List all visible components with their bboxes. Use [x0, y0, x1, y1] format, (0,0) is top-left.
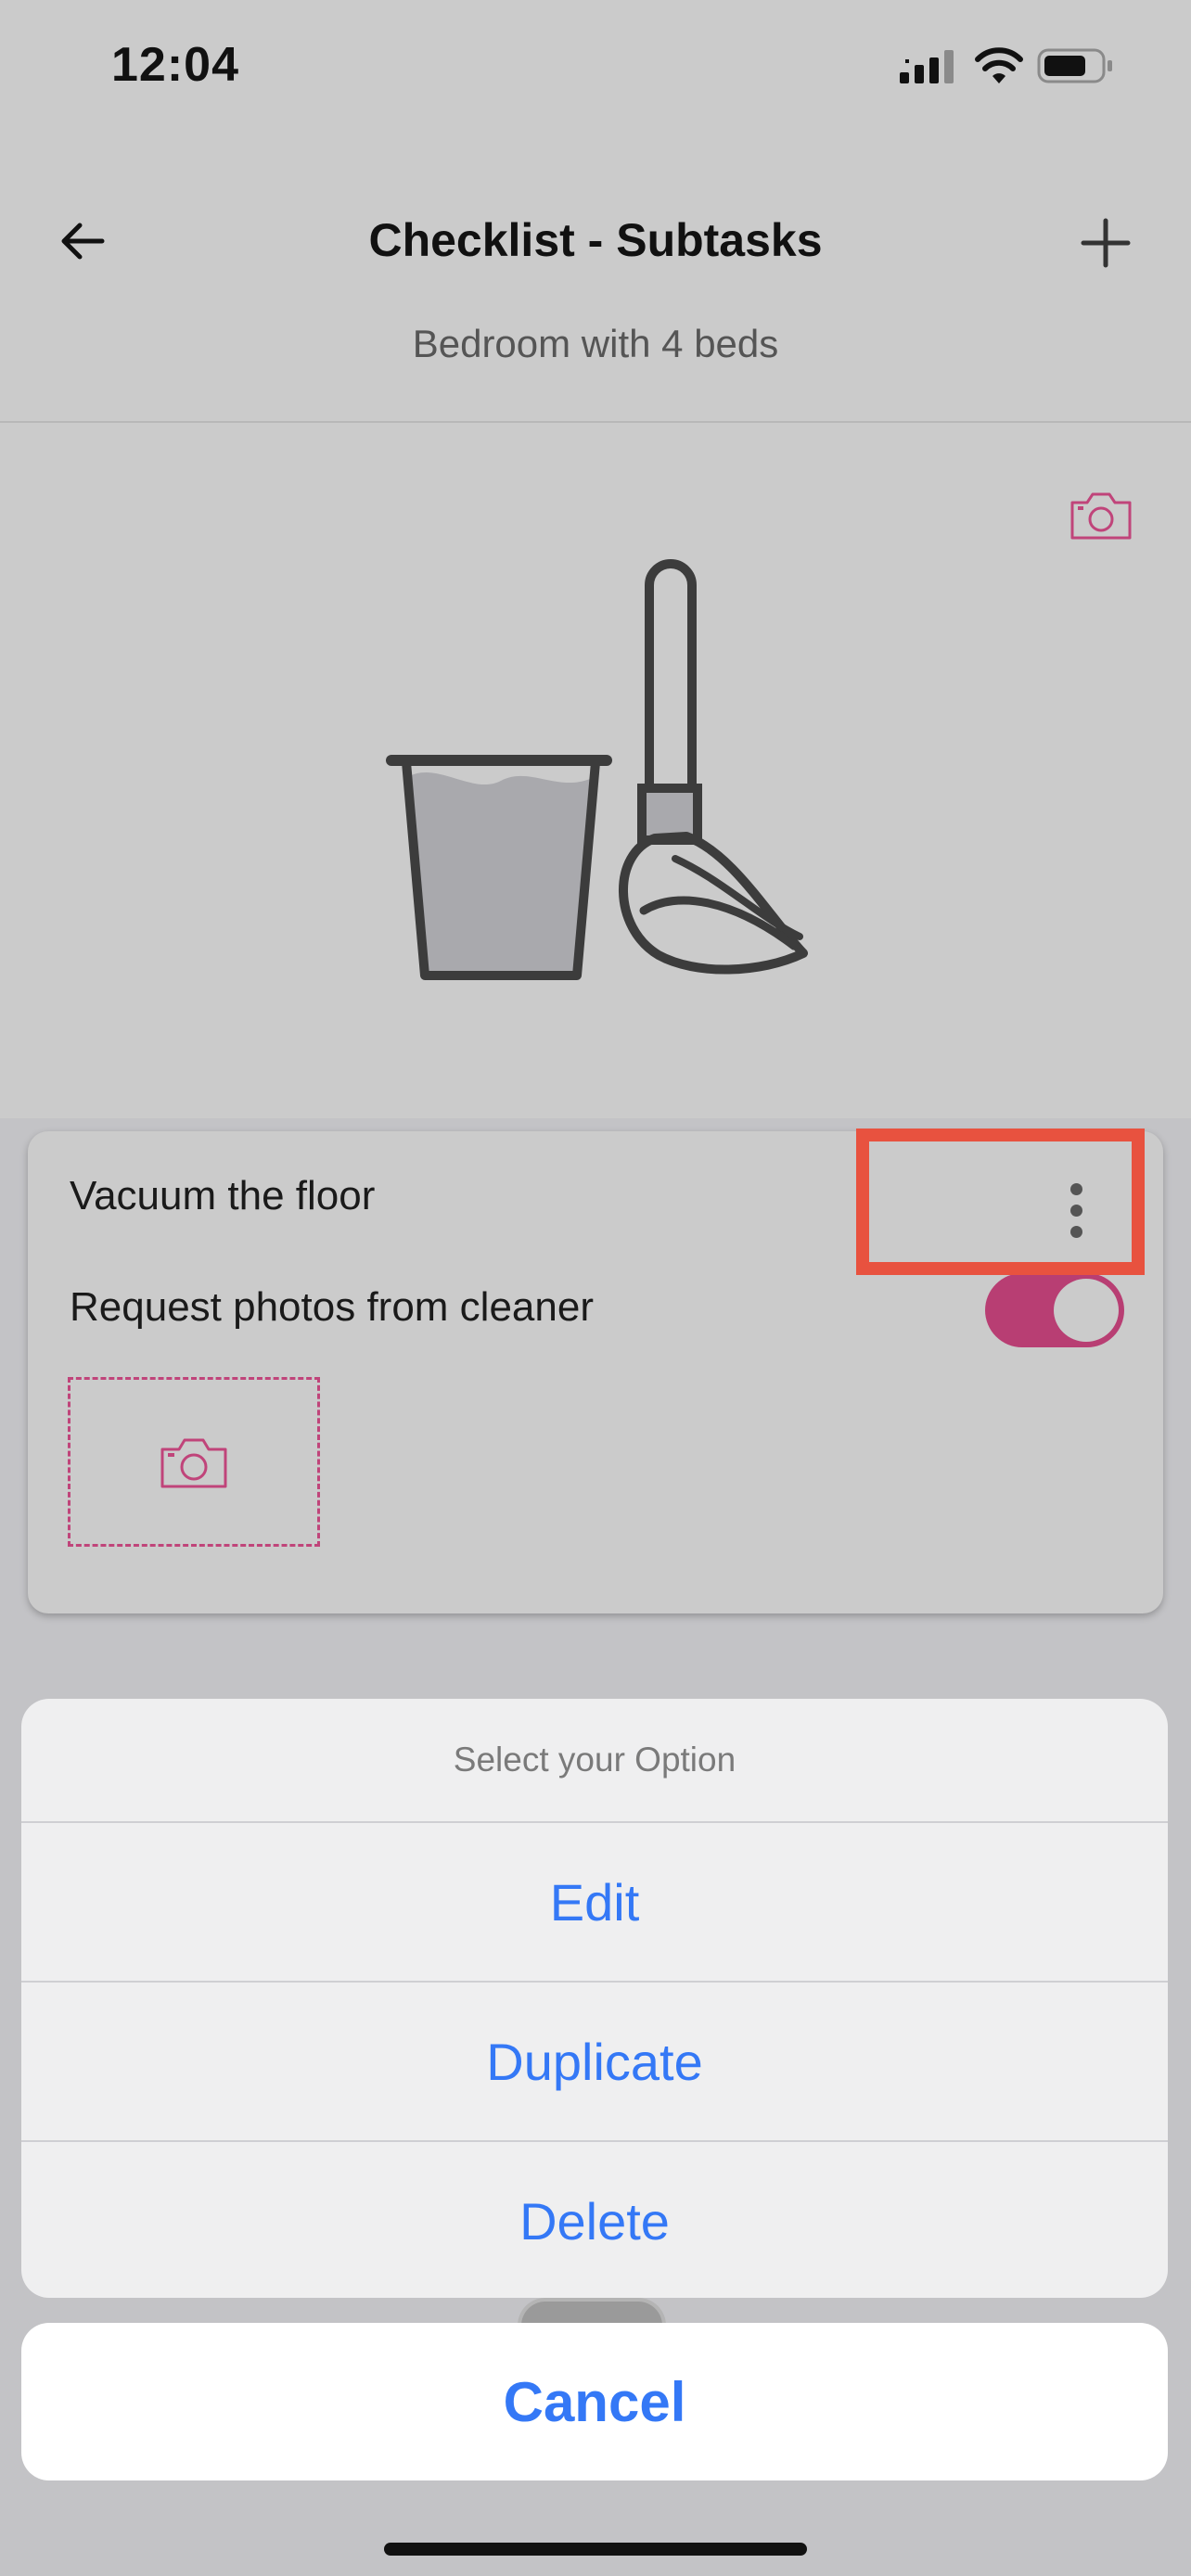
status-bar: 12:04	[0, 0, 1191, 139]
cellular-signal-icon	[900, 50, 954, 83]
home-indicator	[384, 2543, 807, 2556]
page-subtitle: Bedroom with 4 beds	[412, 322, 779, 365]
request-photos-label: Request photos from cleaner	[70, 1284, 594, 1330]
page-title: Checklist - Subtasks	[368, 214, 823, 266]
wifi-icon	[975, 47, 1023, 83]
plus-icon[interactable]	[1076, 213, 1135, 273]
delete-option[interactable]: Delete	[21, 2140, 1168, 2298]
duplicate-option[interactable]: Duplicate	[21, 1981, 1168, 2140]
camera-icon	[160, 1438, 227, 1487]
background-button	[518, 2298, 666, 2326]
highlight-box	[856, 1129, 1145, 1275]
request-photos-toggle[interactable]	[985, 1273, 1124, 1347]
action-sheet: Select your Option Edit Duplicate Delete	[21, 1699, 1168, 2298]
screen: 12:04 Checklist - Subtasks Bedroom with …	[0, 0, 1191, 2576]
edit-option[interactable]: Edit	[21, 1821, 1168, 1981]
add-photo-slot[interactable]	[68, 1377, 320, 1547]
battery-icon	[1037, 48, 1112, 83]
cleaning-bucket-mop-illustration	[386, 559, 808, 980]
cancel-button[interactable]: Cancel	[21, 2323, 1168, 2480]
toggle-knob	[1054, 1279, 1119, 1342]
nav-header: Checklist - Subtasks Bedroom with 4 beds	[0, 181, 1191, 422]
subtask-title: Vacuum the floor	[70, 1173, 376, 1218]
action-sheet-title: Select your Option	[453, 1741, 736, 1779]
status-time: 12:04	[111, 38, 239, 92]
camera-icon[interactable]	[1069, 490, 1133, 542]
